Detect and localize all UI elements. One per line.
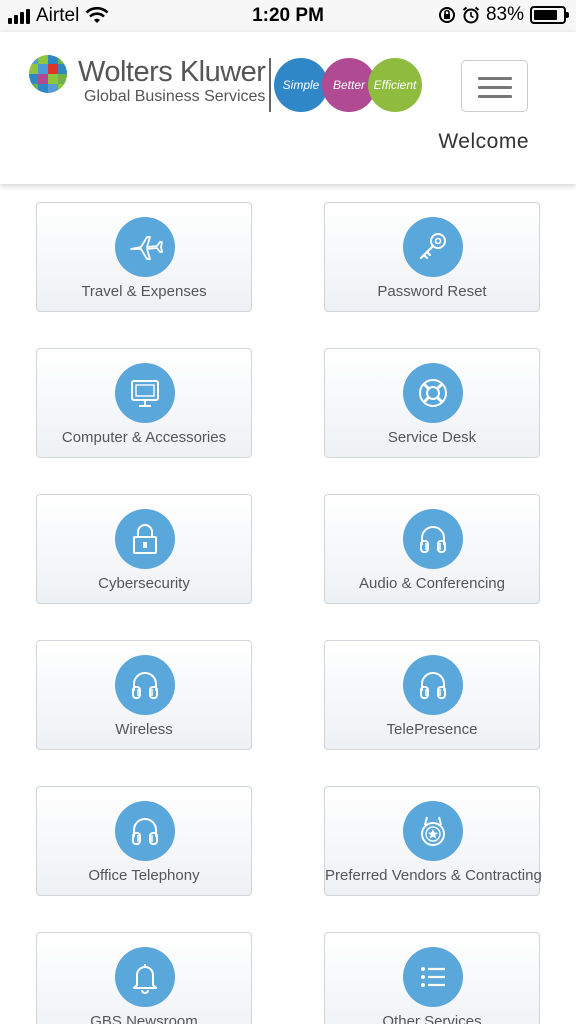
tile-label: Cybersecurity bbox=[98, 575, 190, 592]
status-right: 83% bbox=[438, 4, 569, 26]
tagline-efficient: Efficient bbox=[368, 58, 422, 112]
battery-icon bbox=[530, 6, 569, 24]
headphones-icon bbox=[115, 801, 175, 861]
headphones-icon bbox=[403, 509, 463, 569]
tile-label: Travel & Expenses bbox=[81, 283, 207, 300]
tile-preferred-vendors-and-contracting[interactable]: Preferred Vendors & Contracting bbox=[324, 786, 542, 896]
hamburger-icon bbox=[478, 77, 512, 80]
status-bar: Airtel 1:20 PM 83% bbox=[0, 0, 576, 32]
headphones-icon bbox=[403, 655, 463, 715]
brand-subtitle: Global Business Services bbox=[84, 88, 266, 105]
tagline-circles: Simple Better Efficient bbox=[274, 58, 424, 112]
headphones-icon bbox=[115, 655, 175, 715]
wolters-kluwer-logo-icon bbox=[29, 55, 67, 93]
tile-cybersecurity[interactable]: Cybersecurity bbox=[36, 494, 252, 604]
tile-label: TelePresence bbox=[386, 721, 478, 738]
bell-icon bbox=[115, 947, 175, 1007]
tagline-simple: Simple bbox=[274, 58, 328, 112]
brand-name: Wolters Kluwer bbox=[78, 56, 266, 88]
lifebuoy-icon bbox=[403, 363, 463, 423]
brand-divider bbox=[269, 58, 271, 112]
tile-label: Other Services bbox=[382, 1013, 482, 1024]
welcome-text: Welcome bbox=[438, 130, 529, 153]
tile-label: Password Reset bbox=[377, 283, 487, 300]
tile-wireless[interactable]: Wireless bbox=[36, 640, 252, 750]
rotation-lock-icon bbox=[438, 7, 455, 23]
tile-label: Audio & Conferencing bbox=[359, 575, 505, 592]
tile-travel-and-expenses[interactable]: Travel & Expenses bbox=[36, 202, 252, 312]
tile-label: Wireless bbox=[115, 721, 173, 738]
key-icon bbox=[403, 217, 463, 277]
tile-service-desk[interactable]: Service Desk bbox=[324, 348, 540, 458]
tile-office-telephony[interactable]: Office Telephony bbox=[36, 786, 252, 896]
battery-percent: 83% bbox=[485, 4, 524, 25]
tile-label: Preferred Vendors & Contracting bbox=[325, 867, 542, 884]
app-header: Wolters Kluwer Global Business Services … bbox=[0, 32, 576, 184]
tile-label: Office Telephony bbox=[88, 867, 200, 884]
tile-audio-and-conferencing[interactable]: Audio & Conferencing bbox=[324, 494, 540, 604]
monitor-icon bbox=[115, 363, 175, 423]
tile-gbs-newsroom[interactable]: GBS Newsroom bbox=[36, 932, 252, 1024]
list-icon bbox=[403, 947, 463, 1007]
tile-label: Service Desk bbox=[387, 429, 477, 446]
alarm-icon bbox=[462, 6, 480, 24]
airplane-icon bbox=[115, 217, 175, 277]
tile-telepresence[interactable]: TelePresence bbox=[324, 640, 540, 750]
menu-button[interactable] bbox=[461, 60, 528, 112]
lock-icon bbox=[115, 509, 175, 569]
tile-password-reset[interactable]: Password Reset bbox=[324, 202, 540, 312]
tile-other-services[interactable]: Other Services bbox=[324, 932, 540, 1024]
tile-computer-and-accessories[interactable]: Computer & Accessories bbox=[36, 348, 252, 458]
tile-label: Computer & Accessories bbox=[61, 429, 227, 446]
tile-label: GBS Newsroom bbox=[90, 1013, 198, 1024]
badge-icon bbox=[403, 801, 463, 861]
